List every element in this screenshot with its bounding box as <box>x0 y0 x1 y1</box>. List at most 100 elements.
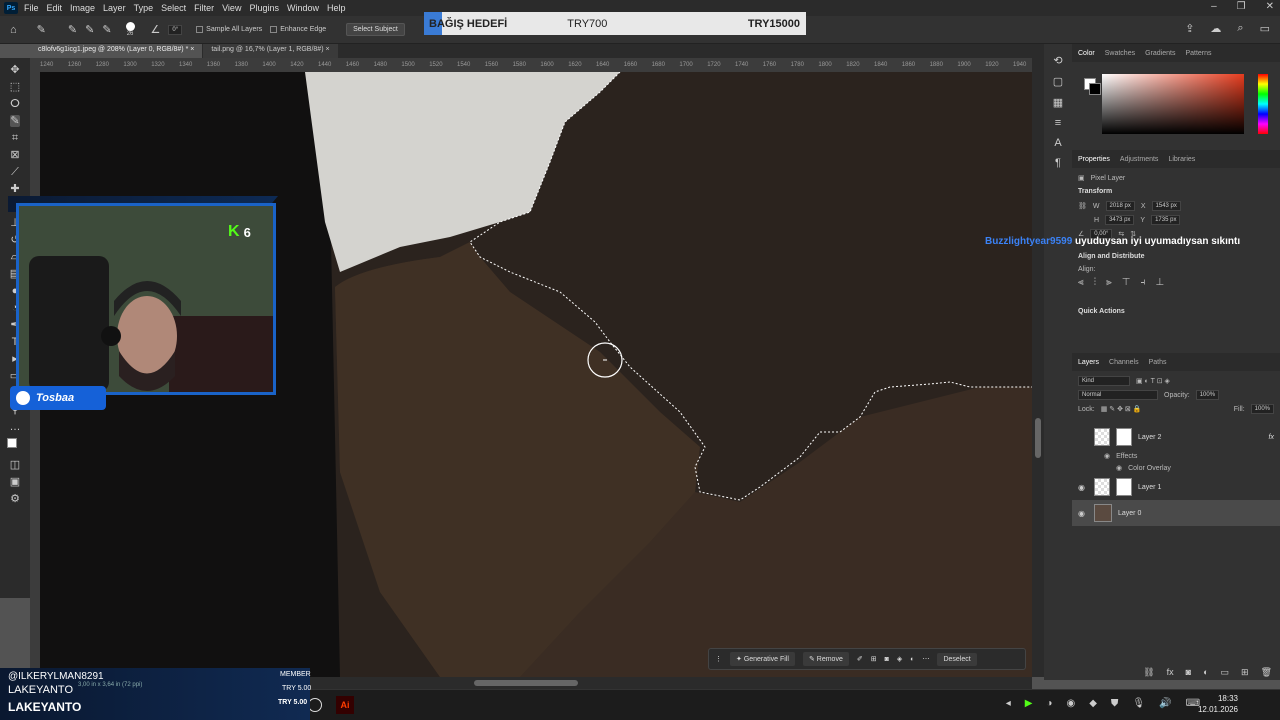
tray-app-icon[interactable]: ◆ <box>1089 698 1097 709</box>
volume-icon[interactable]: 🔊 <box>1159 698 1171 709</box>
tab-channels[interactable]: Channels <box>1109 359 1139 366</box>
tab-properties[interactable]: Properties <box>1078 156 1110 163</box>
tab-patterns[interactable]: Patterns <box>1185 50 1211 57</box>
align-bottom-icon[interactable]: ⊥ <box>1156 277 1165 288</box>
home-icon[interactable]: ⌂ <box>10 24 17 36</box>
tab-swatches[interactable]: Swatches <box>1105 50 1135 57</box>
eye-icon[interactable]: ◉ <box>1078 483 1088 492</box>
tab-document-2[interactable]: tail.png @ 16,7% (Layer 1, RGB/8#) × <box>203 44 338 58</box>
mask-icon[interactable]: ◙ <box>885 656 889 663</box>
menu-help[interactable]: Help <box>327 3 346 13</box>
eyedropper-tool-icon[interactable]: ⟋ <box>11 166 19 178</box>
remove-button[interactable]: ✎ Remove <box>802 652 849 666</box>
cloud-icon[interactable]: ☁ <box>1210 22 1221 35</box>
menu-filter[interactable]: Filter <box>194 3 214 13</box>
crop-tool-icon[interactable]: ⌗ <box>12 132 18 144</box>
close-icon[interactable]: × <box>325 46 329 53</box>
menu-view[interactable]: View <box>222 3 241 13</box>
opacity-field[interactable]: 100% <box>1195 390 1220 400</box>
tab-color[interactable]: Color <box>1078 50 1095 57</box>
menu-select[interactable]: Select <box>161 3 186 13</box>
adjustments-icon[interactable]: ≡ <box>1055 117 1061 129</box>
comments-icon[interactable]: ▢ <box>1053 75 1063 88</box>
character-icon[interactable]: A <box>1054 137 1061 149</box>
deselect-button[interactable]: Deselect <box>937 652 977 666</box>
share-icon[interactable]: ⇪ <box>1185 22 1194 35</box>
tab-paths[interactable]: Paths <box>1149 359 1167 366</box>
quick-selection-tool-icon[interactable]: ✎ <box>37 23 46 36</box>
layer-row-layer-1[interactable]: ◉ Layer 1 <box>1072 474 1280 500</box>
tray-app-icon[interactable]: ⛊ <box>1111 698 1119 709</box>
tray-app-icon[interactable]: ◑ <box>1046 698 1052 709</box>
fx-icon[interactable]: fx <box>1269 434 1274 441</box>
align-center-icon[interactable]: ⫶ <box>1094 277 1097 288</box>
angle-field[interactable]: 0° <box>168 24 183 35</box>
microphone-icon[interactable]: 🎙 <box>1132 698 1145 709</box>
subtract-selection-icon[interactable]: ✎ <box>102 23 111 36</box>
more-icon[interactable]: ⚙ <box>10 493 20 505</box>
add-to-selection-icon[interactable]: ✎ <box>85 23 94 36</box>
tab-layers[interactable]: Layers <box>1078 359 1099 366</box>
more-icon[interactable]: ⋯ <box>922 655 929 663</box>
close-icon[interactable]: × <box>190 46 194 53</box>
filter-icons[interactable]: ▣ ◐ T ⊡ ◈ <box>1136 377 1170 385</box>
link-layers-icon[interactable]: ⛓ <box>1143 667 1154 678</box>
eye-icon[interactable]: ◉ <box>1078 509 1088 518</box>
link-icon[interactable]: ⛓ <box>1078 202 1087 210</box>
modify-icon[interactable]: ✐ <box>857 655 863 663</box>
screen-mode-icon[interactable]: ▣ <box>10 476 20 488</box>
quick-select-tool-icon[interactable]: ✎ <box>10 115 20 127</box>
height-field[interactable]: 3473 px <box>1105 215 1135 225</box>
enhance-edge-checkbox[interactable]: Enhance Edge <box>270 26 326 33</box>
maximize-icon[interactable]: ❐ <box>1237 1 1246 12</box>
tray-play-icon[interactable]: ▶ <box>1025 698 1033 709</box>
menu-image[interactable]: Image <box>70 3 95 13</box>
fill-icon[interactable]: ◈ <box>897 655 902 663</box>
fx-add-icon[interactable]: fx <box>1167 667 1174 678</box>
healing-tool-icon[interactable]: ✚ <box>10 183 19 195</box>
history-icon[interactable]: ⟲ <box>1053 54 1062 67</box>
more-tools-icon[interactable]: … <box>10 421 21 433</box>
brush-size-picker[interactable]: 26 <box>125 22 135 37</box>
menu-type[interactable]: Type <box>134 3 154 13</box>
group-icon[interactable]: ▭ <box>1221 667 1230 678</box>
quick-actions-heading[interactable]: Quick Actions <box>1072 304 1280 319</box>
move-tool-icon[interactable]: ✥ <box>10 64 19 76</box>
tray-arrow-icon[interactable]: ◂ <box>1006 698 1011 709</box>
align-right-icon[interactable]: ⫸ <box>1106 277 1112 288</box>
workspace-icon[interactable]: ▭ <box>1260 22 1270 35</box>
tab-adjustments[interactable]: Adjustments <box>1120 156 1159 163</box>
system-clock[interactable]: 18:33 12.01.2026 <box>1198 693 1238 715</box>
fill-field[interactable]: 100% <box>1250 404 1274 414</box>
transform-icon[interactable]: ⊞ <box>871 655 877 663</box>
layer-row-layer-2[interactable]: Layer 2 fx <box>1072 424 1280 450</box>
adjust-icon[interactable]: ◐ <box>910 656 914 663</box>
layer-row-layer-0[interactable]: ◉ Layer 0 <box>1072 500 1280 526</box>
paragraph-icon[interactable]: ¶ <box>1055 157 1061 169</box>
color-overlay-row[interactable]: ◉ Color Overlay <box>1072 462 1280 474</box>
adjustment-layer-icon[interactable]: ◐ <box>1203 667 1208 678</box>
scroll-thumb[interactable] <box>1035 418 1041 458</box>
menu-plugins[interactable]: Plugins <box>249 3 279 13</box>
new-layer-icon[interactable]: ⊞ <box>1241 667 1249 678</box>
transform-heading[interactable]: Transform <box>1072 184 1280 199</box>
align-heading[interactable]: Align and Distribute <box>1072 249 1280 264</box>
minimize-icon[interactable]: – <box>1211 1 1217 12</box>
marquee-tool-icon[interactable]: ⬚ <box>10 81 20 93</box>
layer-filter-select[interactable]: Kind <box>1078 376 1130 386</box>
align-middle-icon[interactable]: ⫞ <box>1141 277 1146 288</box>
width-field[interactable]: 2018 px <box>1105 201 1135 211</box>
color-swatches-icon[interactable] <box>7 438 23 454</box>
generative-fill-button[interactable]: ✦ Generative Fill <box>730 652 795 666</box>
x-field[interactable]: 1543 px <box>1151 201 1181 211</box>
app-icon[interactable] <box>308 698 322 712</box>
background-swatch[interactable] <box>1089 83 1101 95</box>
discord-icon[interactable]: ◉ <box>1066 698 1075 709</box>
sample-all-layers-checkbox[interactable]: Sample All Layers <box>196 26 262 33</box>
menu-window[interactable]: Window <box>287 3 319 13</box>
y-field[interactable]: 1735 px <box>1151 215 1181 225</box>
align-top-icon[interactable]: ⊤ <box>1122 277 1131 288</box>
lock-icons[interactable]: ▦ ✎ ✥ ⊠ 🔒 <box>1101 405 1142 413</box>
lasso-tool-icon[interactable]: ⵔ <box>10 98 20 110</box>
vertical-scrollbar[interactable] <box>1032 58 1044 677</box>
